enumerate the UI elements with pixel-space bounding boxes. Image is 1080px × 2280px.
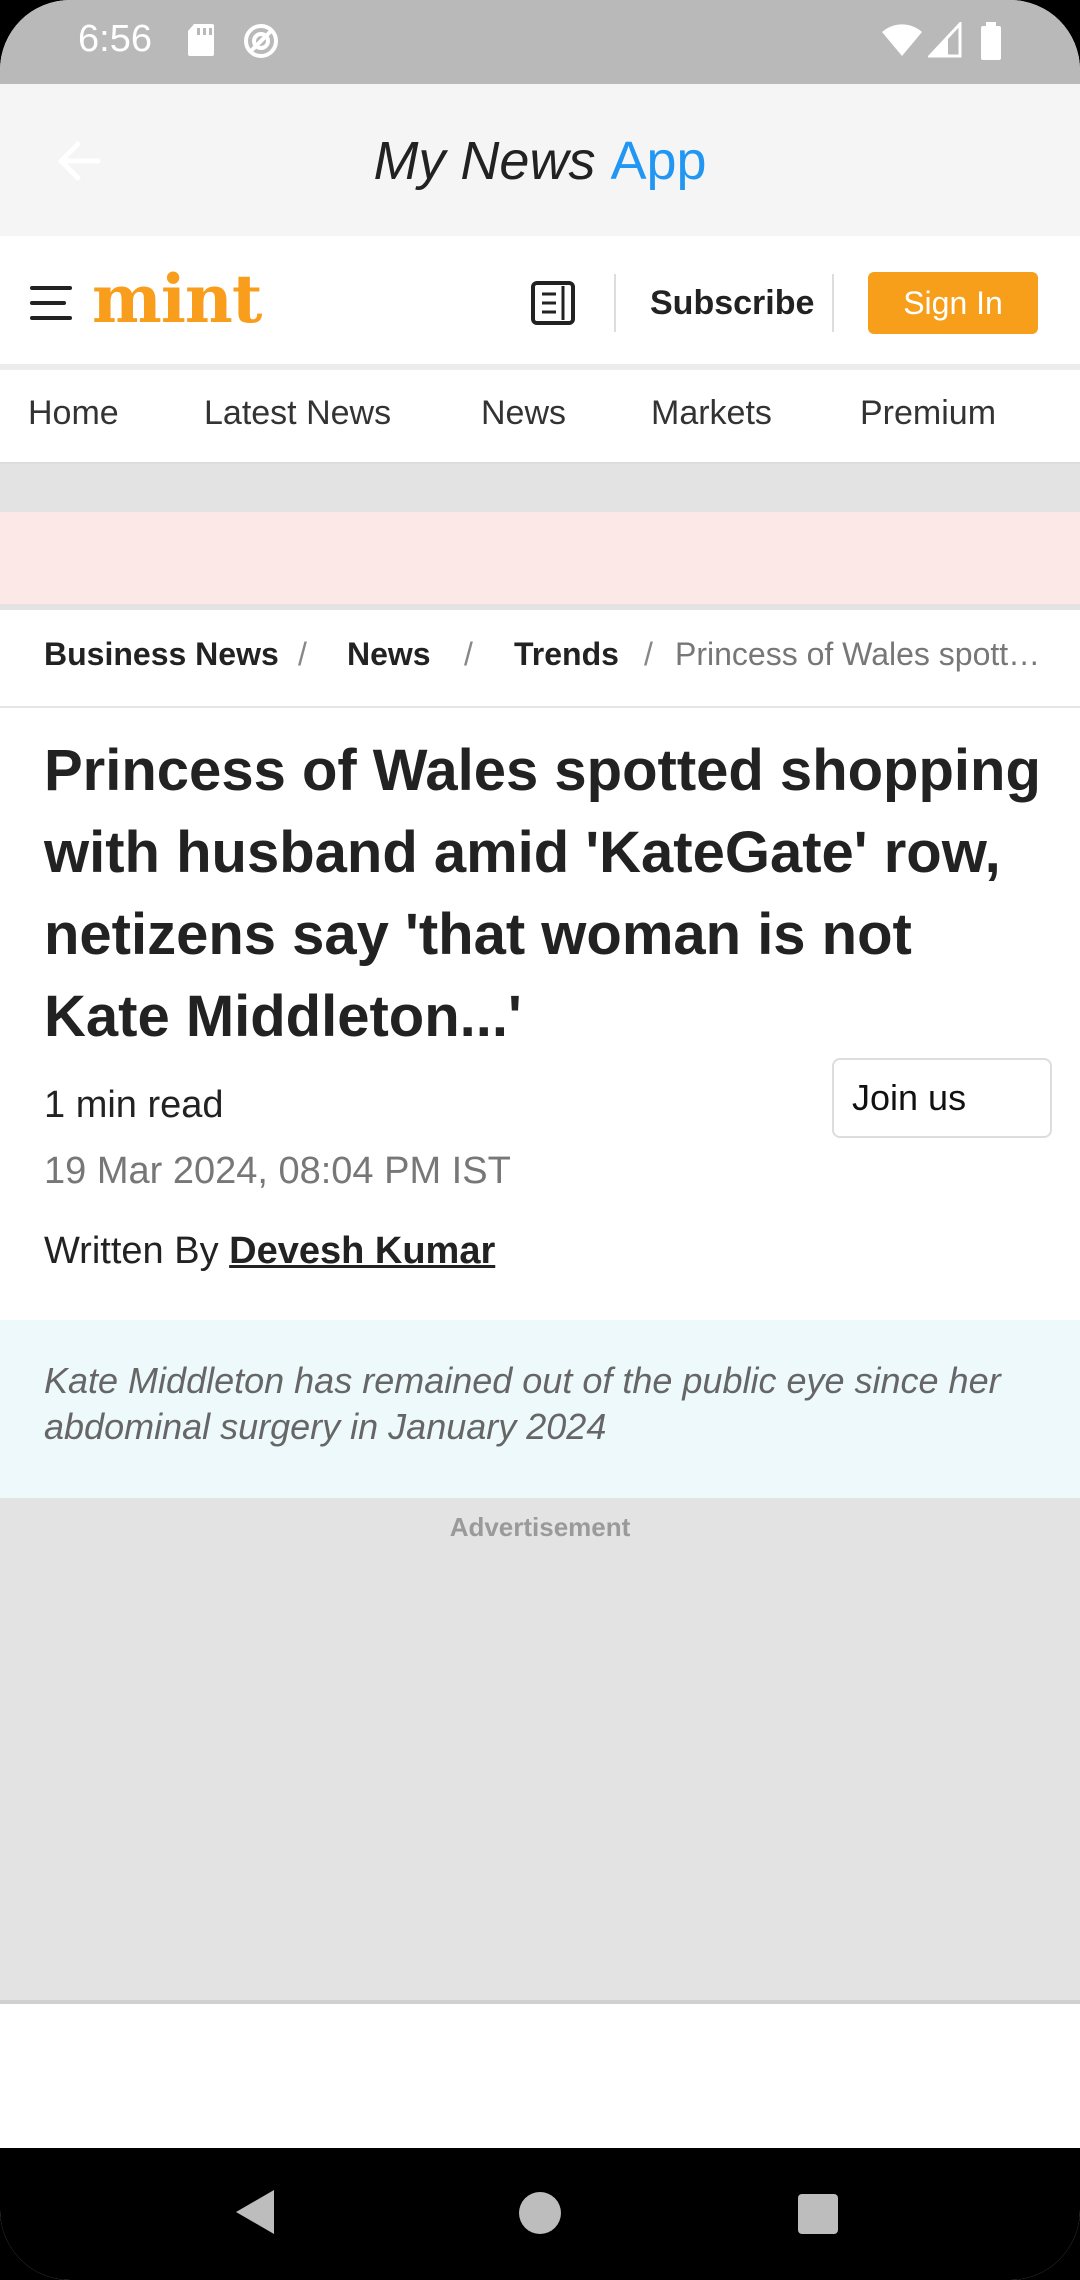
phone-screen: 6:56 My News App mint Subscribe Sign In … [0,0,1080,2280]
article-summary: Kate Middleton has remained out of the p… [0,1320,1080,1498]
author-link[interactable]: Devesh Kumar [229,1230,495,1272]
nav-home-icon[interactable] [519,2192,561,2234]
app-bar: My News App [0,84,1080,236]
signal-icon [928,22,962,58]
status-bar: 6:56 [0,0,1080,84]
publish-date: 19 Mar 2024, 08:04 PM IST [44,1150,511,1192]
breadcrumb-current: Princess of Wales spotted shopping with … [675,636,1045,672]
content-area [0,2004,1080,2148]
nav-item-news[interactable]: News [481,394,566,433]
site-logo[interactable]: mint [92,260,262,338]
wifi-icon [882,24,922,56]
nav-back-icon[interactable] [236,2190,274,2234]
menu-icon[interactable] [30,286,72,320]
summary-text: Kate Middleton has remained out of the p… [44,1360,1001,1447]
breadcrumb-business-news[interactable]: Business News [44,636,279,673]
author-prefix: Written By [44,1230,219,1272]
breadcrumb-separator: / [298,636,307,672]
subscribe-link[interactable]: Subscribe [650,284,814,323]
sign-in-button[interactable]: Sign In [868,272,1038,334]
breadcrumb-separator: / [644,636,653,672]
join-us-button[interactable]: Join us [832,1058,1052,1138]
site-header: mint Subscribe Sign In [0,236,1080,370]
sd-card-icon [188,24,214,56]
nav-item-premium[interactable]: Premium [860,394,996,433]
author-line: Written By Devesh Kumar [44,1230,495,1273]
app-title-main: My News [373,131,596,191]
banner-placeholder [0,512,1080,604]
breadcrumb-news[interactable]: News [347,636,431,673]
nav-item-home[interactable]: Home [28,394,119,433]
header-divider [832,274,834,332]
ad-spacer [0,464,1080,512]
header-divider [614,274,616,332]
battery-icon [981,22,1001,60]
advertisement-slot: Advertisement [0,1498,1080,2004]
data-saver-icon [244,24,278,58]
system-nav-bar [0,2148,1080,2280]
read-time: 1 min read [44,1084,224,1126]
nav-recents-icon[interactable] [798,2194,838,2234]
breadcrumb-separator: / [464,636,473,672]
nav-item-latest-news[interactable]: Latest News [204,394,391,433]
breadcrumb-trends[interactable]: Trends [514,636,619,673]
nav-item-markets[interactable]: Markets [651,394,772,433]
app-title: My News App [0,130,1080,192]
breadcrumb: Business News / News / Trends / Princess… [0,610,1080,708]
advertisement-label: Advertisement [449,1512,631,1542]
article-headline: Princess of Wales spotted shopping with … [44,738,1041,1049]
status-time: 6:56 [78,18,152,60]
epaper-icon[interactable] [530,280,576,326]
app-title-accent: App [610,131,707,191]
section-nav: Home Latest News News Markets Premium [0,370,1080,464]
